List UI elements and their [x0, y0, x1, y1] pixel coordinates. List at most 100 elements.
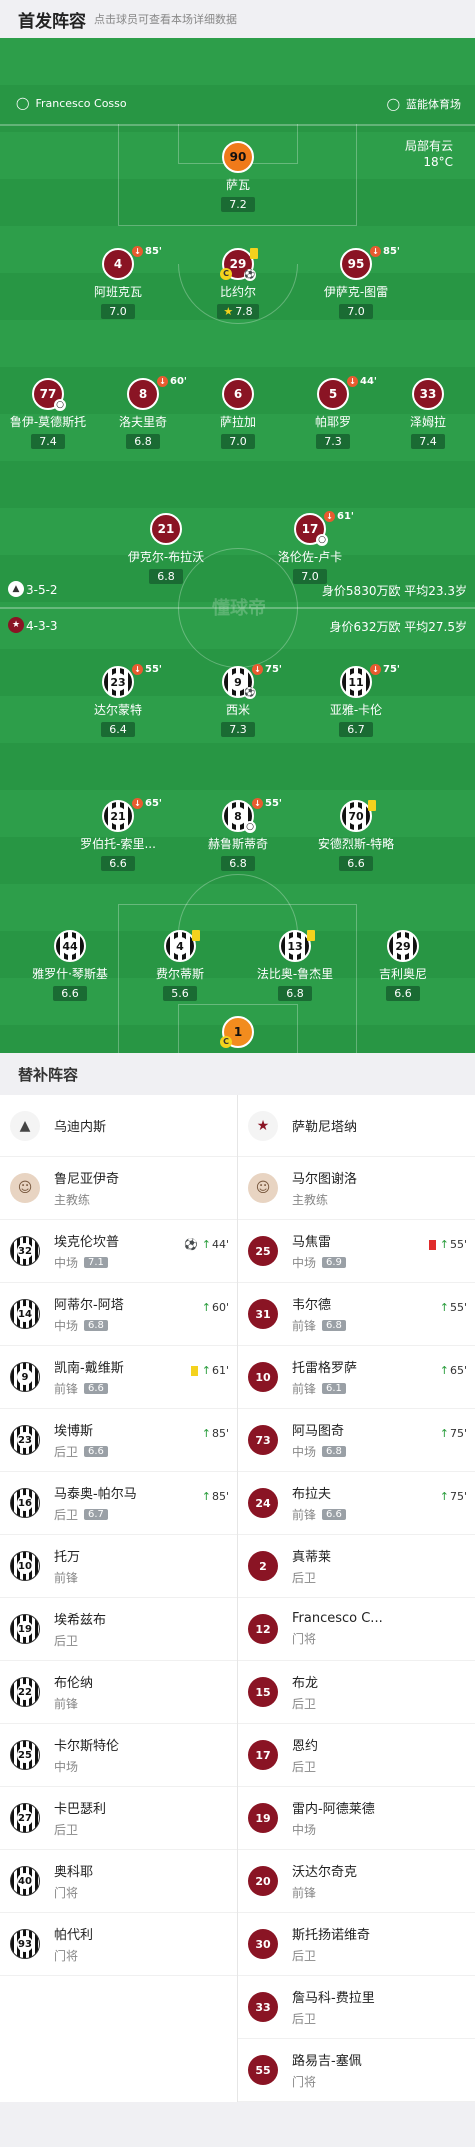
- player-rating: 6.6: [339, 856, 373, 871]
- sub-player-position: 门将: [54, 1884, 227, 1901]
- shirt-number: 20: [255, 1874, 271, 1888]
- sub-player-row[interactable]: 2 真蒂莱 后卫: [238, 1535, 475, 1598]
- sub-player-row[interactable]: 14 阿蒂尔-阿塔 中场 6.8 ↑ 60': [0, 1283, 237, 1346]
- sub-player-row[interactable]: 10 托万 前锋: [0, 1535, 237, 1598]
- sub-out-arrow-icon: ↓: [324, 511, 335, 522]
- sub-player-row[interactable]: 20 沃达尔奇克 前锋: [238, 1850, 475, 1913]
- home-player[interactable]: 13 法比奥-鲁杰里 6.8: [247, 930, 343, 1001]
- sub-player-row[interactable]: 16 马泰奥-帕尔马 后卫 6.7 ↑ 85': [0, 1472, 237, 1535]
- sub-player-row[interactable]: 17 恩约 后卫: [238, 1724, 475, 1787]
- sub-player-position: 前锋: [292, 1884, 465, 1901]
- player-name: 洛伦佐-卢卡: [277, 550, 343, 564]
- shirt-number: 9: [17, 1369, 33, 1385]
- sub-player-name: 恩约: [292, 1739, 319, 1754]
- home-player[interactable]: 11 ↓ 75' 亚雅-卡伦 6.7: [308, 664, 404, 737]
- home-player[interactable]: 44 雅罗什·琴斯基 6.6: [22, 930, 118, 1001]
- away-player[interactable]: 90 萨瓦 7.2: [190, 141, 286, 212]
- sub-player-position: 中场: [54, 1758, 227, 1775]
- shirt-icon: 2: [248, 1551, 278, 1581]
- away-player[interactable]: 6 萨拉加 7.0: [190, 378, 286, 449]
- sub-player-row[interactable]: 33 詹马科-费拉里 后卫: [238, 1976, 475, 2039]
- shirt-icon: 44: [54, 930, 86, 962]
- away-player[interactable]: 5 ↓ 44' 帕耶罗 7.3: [285, 376, 381, 449]
- sub-player-row[interactable]: 93 帕代利 门将: [0, 1913, 237, 1976]
- sub-out-arrow-icon: ↓: [132, 246, 143, 257]
- sub-player-row[interactable]: 31 韦尔德 前锋 6.8 ↑ 55': [238, 1283, 475, 1346]
- home-player[interactable]: 70 安德烈斯-特略 6.6: [308, 800, 404, 871]
- away-player[interactable]: 77 ○ 鲁伊-莫德斯托 7.4: [0, 378, 96, 449]
- sub-player-row[interactable]: 25 卡尔斯特伦 中场: [0, 1724, 237, 1787]
- sub-out-event: ↓ 85': [132, 246, 162, 257]
- sub-out-arrow-icon: ↓: [347, 376, 358, 387]
- sub-player-row[interactable]: 24 布拉夫 前锋 6.6 ↑ 75': [238, 1472, 475, 1535]
- shirt-icon: 24: [248, 1488, 278, 1518]
- sub-in-minute: 55': [449, 1238, 467, 1251]
- away-player[interactable]: 29 C ⚽ 比约尔 ★ 7.8: [190, 248, 286, 319]
- away-player[interactable]: 8 ↓ 60' 洛夫里奇 6.8: [95, 376, 191, 449]
- stadium-icon: ◯: [386, 97, 400, 111]
- yellow-card-icon: [192, 930, 200, 941]
- yellow-card-icon: [368, 800, 376, 811]
- sub-player-row[interactable]: 19 埃希兹布 后卫: [0, 1598, 237, 1661]
- away-player[interactable]: 33 泽姆拉 7.4: [380, 378, 475, 449]
- sub-player-row[interactable]: 19 雷内-阿德莱德 中场: [238, 1787, 475, 1850]
- home-player[interactable]: 1C菲奥里洛6.4: [190, 1016, 286, 1053]
- player-rating-value: 7.0: [301, 570, 319, 583]
- sub-player-row[interactable]: 15 布龙 后卫: [238, 1661, 475, 1724]
- shirt-number: 32: [17, 1243, 33, 1259]
- sub-player-row[interactable]: 55 路易吉-塞佩 门将: [238, 2039, 475, 2102]
- sub-in-arrow-icon: ↑: [439, 1490, 449, 1503]
- sub-player-info: 埃克伦坎普 中场 7.1: [54, 1231, 227, 1271]
- shirt-icon: 17 ↓ 61' ○: [294, 511, 354, 546]
- sub-player-rating: 6.8: [322, 1446, 346, 1457]
- sub-player-row[interactable]: 9 凯南-戴维斯 前锋 6.6 ↑ 61': [0, 1346, 237, 1409]
- shirt-icon: 10: [248, 1362, 278, 1392]
- away-player[interactable]: 17 ↓ 61' ○ 洛伦佐-卢卡 7.0: [262, 511, 358, 584]
- sub-player-row[interactable]: 27 卡巴瑟利 后卫: [0, 1787, 237, 1850]
- sub-player-info: 埃博斯 后卫 6.6: [54, 1420, 227, 1460]
- sub-player-name: 雷内-阿德莱德: [292, 1802, 375, 1817]
- venue-info: ◯ 蓝能体育场: [387, 96, 461, 112]
- home-player[interactable]: 9 ↓ 75' ⚽ 西米 7.3: [190, 664, 286, 737]
- sub-in-event: ↑ 55': [428, 1238, 467, 1251]
- sub-player-row[interactable]: 73 阿马图奇 中场 6.8 ↑ 75': [238, 1409, 475, 1472]
- coach-info: 鲁尼亚伊奇 主教练: [54, 1168, 227, 1208]
- sub-in-minute: 75': [449, 1490, 467, 1503]
- shirt-number: 70: [347, 807, 365, 825]
- home-player[interactable]: 21 ↓ 65' 罗伯托-索里... 6.6: [70, 798, 166, 871]
- player-rating: 6.7: [339, 722, 373, 737]
- position-label: 前锋: [54, 1697, 79, 1711]
- coach-row[interactable]: ☺ 马尔图谢洛 主教练: [238, 1157, 475, 1220]
- sub-player-row[interactable]: 40 奥科耶 门将: [0, 1850, 237, 1913]
- weather-text: 局部有云: [404, 139, 453, 153]
- home-player[interactable]: 4 费尔蒂斯 5.6: [132, 930, 228, 1001]
- home-player[interactable]: 29 吉利奥尼 6.6: [355, 930, 451, 1001]
- sub-player-name: Francesco C...: [292, 1611, 383, 1626]
- player-rating-value: 6.6: [394, 987, 412, 1000]
- sub-player-row[interactable]: 22 布伦纳 前锋: [0, 1661, 237, 1724]
- sub-player-position: 中场 6.9: [292, 1254, 465, 1271]
- sub-out-minute: 85': [145, 246, 162, 257]
- away-player[interactable]: 95 ↓ 85' 伊萨克-图雷 7.0: [308, 246, 404, 319]
- player-rating-value: 7.0: [347, 305, 365, 318]
- sub-player-row[interactable]: 23 埃博斯 后卫 6.6 ↑ 85': [0, 1409, 237, 1472]
- sub-out-minute: 75': [383, 664, 400, 675]
- home-player[interactable]: 8 ↓ 55' ○ 赫鲁斯蒂奇 6.8: [190, 798, 286, 871]
- away-player[interactable]: 21 伊克尔-布拉沃 6.8: [118, 513, 214, 584]
- sub-player-info: 布拉夫 前锋 6.6: [292, 1483, 465, 1523]
- away-player[interactable]: 4 ↓ 85' 阿班克瓦 7.0: [70, 246, 166, 319]
- player-name: 亚雅-卡伦: [329, 703, 383, 717]
- sub-player-row[interactable]: 30 斯托扬诺维奇 后卫: [238, 1913, 475, 1976]
- sub-player-info: 真蒂莱 后卫: [292, 1546, 465, 1586]
- player-rating-value: 6.6: [347, 857, 365, 870]
- sub-player-row[interactable]: 25 马焦雷 中场 6.9 ↑ 55': [238, 1220, 475, 1283]
- coach-row[interactable]: ☺ 鲁尼亚伊奇 主教练: [0, 1157, 237, 1220]
- player-rating-value: 7.3: [229, 723, 247, 736]
- sub-player-row[interactable]: 12 Francesco C... 门将: [238, 1598, 475, 1661]
- shirt-number: 25: [17, 1747, 33, 1763]
- sub-player-row[interactable]: 32 埃克伦坎普 中场 7.1 ⚽ ↑ 44': [0, 1220, 237, 1283]
- sub-player-rating: 6.8: [84, 1320, 108, 1331]
- sub-out-event: ↓ 85': [370, 246, 400, 257]
- sub-player-row[interactable]: 10 托雷格罗萨 前锋 6.1 ↑ 65': [238, 1346, 475, 1409]
- home-player[interactable]: 23 ↓ 55' 达尔蒙特 6.4: [70, 664, 166, 737]
